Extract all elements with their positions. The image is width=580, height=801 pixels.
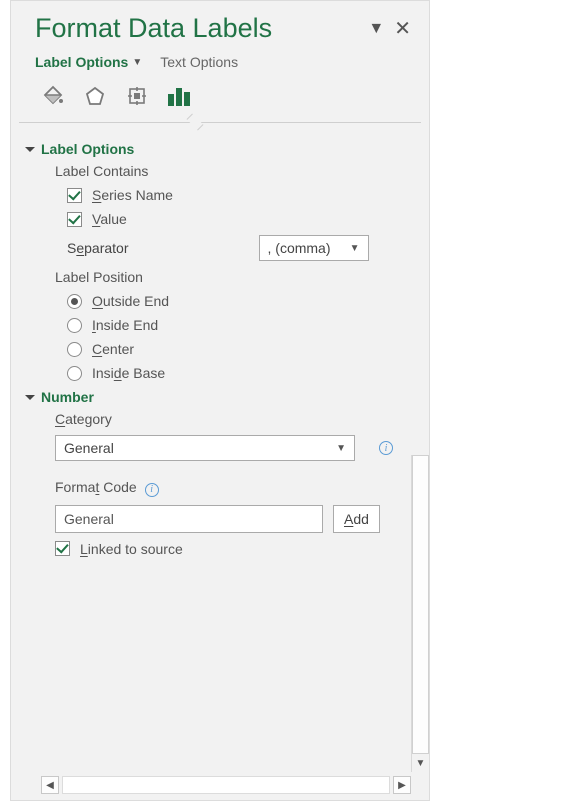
label-position-heading: Label Position bbox=[55, 269, 403, 285]
select-value: General bbox=[64, 440, 114, 456]
scroll-track[interactable] bbox=[62, 776, 390, 794]
tab-label-options[interactable]: Label Options ▼ bbox=[35, 54, 142, 70]
checkbox-label: Value bbox=[92, 211, 127, 227]
section-number[interactable]: Number bbox=[25, 389, 403, 405]
checkbox-label: Linked to source bbox=[80, 541, 183, 557]
radio-label: Outside End bbox=[92, 293, 169, 309]
separator-row: Separator , (comma) ▼ bbox=[67, 235, 403, 261]
options-tabs: Label Options ▼ Text Options bbox=[11, 48, 429, 70]
titlebar: Format Data Labels ▼ ✕ bbox=[11, 1, 429, 48]
panel-title: Format Data Labels bbox=[35, 13, 358, 44]
checkbox-icon[interactable] bbox=[67, 188, 82, 203]
checkbox-icon[interactable] bbox=[67, 212, 82, 227]
collapse-icon bbox=[25, 147, 35, 152]
chevron-down-icon: ▼ bbox=[132, 57, 142, 68]
info-icon[interactable]: i bbox=[145, 483, 159, 497]
radio-label: Inside End bbox=[92, 317, 158, 333]
size-properties-icon[interactable] bbox=[119, 80, 155, 112]
category-select[interactable]: General ▼ bbox=[55, 435, 355, 461]
input-value: General bbox=[64, 511, 114, 527]
category-select-row: General ▼ i bbox=[55, 435, 403, 461]
format-code-row: General Add bbox=[55, 505, 403, 533]
checkbox-linked-source[interactable]: Linked to source bbox=[55, 541, 403, 557]
section-label-options[interactable]: Label Options bbox=[25, 141, 403, 157]
format-code-input[interactable]: General bbox=[55, 505, 323, 533]
radio-icon[interactable] bbox=[67, 294, 82, 309]
scroll-thumb[interactable] bbox=[412, 455, 429, 754]
tab-text-options[interactable]: Text Options bbox=[160, 54, 238, 70]
checkbox-value[interactable]: Value bbox=[67, 211, 403, 227]
scroll-left-icon[interactable]: ◀ bbox=[41, 776, 59, 794]
checkbox-label: Series Name bbox=[92, 187, 173, 203]
radio-inside-end[interactable]: Inside End bbox=[67, 317, 403, 333]
radio-label: Inside Base bbox=[92, 365, 165, 381]
select-value: , (comma) bbox=[268, 240, 331, 256]
radio-center[interactable]: Center bbox=[67, 341, 403, 357]
chevron-down-icon: ▼ bbox=[336, 443, 346, 454]
collapse-icon bbox=[25, 395, 35, 400]
horizontal-scrollbar[interactable]: ◀ ▶ bbox=[41, 776, 411, 794]
radio-icon[interactable] bbox=[67, 318, 82, 333]
vertical-scrollbar[interactable]: ▼ bbox=[411, 455, 429, 772]
content-wrap: Label Options Label Contains Series Name… bbox=[11, 123, 429, 772]
info-icon[interactable]: i bbox=[379, 441, 393, 455]
radio-inside-base[interactable]: Inside Base bbox=[67, 365, 403, 381]
checkbox-series-name[interactable]: Series Name bbox=[67, 187, 403, 203]
scroll-right-icon[interactable]: ▶ bbox=[393, 776, 411, 794]
section-title: Number bbox=[41, 389, 94, 405]
add-button[interactable]: Add bbox=[333, 505, 380, 533]
tab-label: Text Options bbox=[160, 54, 238, 70]
scroll-down-icon[interactable]: ▼ bbox=[412, 754, 429, 772]
format-pane: Format Data Labels ▼ ✕ Label Options ▼ T… bbox=[10, 0, 430, 801]
checkbox-icon[interactable] bbox=[55, 541, 70, 556]
format-code-label: Format Code i bbox=[55, 479, 403, 497]
radio-outside-end[interactable]: Outside End bbox=[67, 293, 403, 309]
separator-label: Separator bbox=[67, 240, 129, 256]
category-icons bbox=[11, 70, 429, 122]
tab-label: Label Options bbox=[35, 54, 128, 70]
chevron-down-icon: ▼ bbox=[350, 243, 360, 254]
section-title: Label Options bbox=[41, 141, 134, 157]
label-options-icon[interactable] bbox=[161, 80, 197, 112]
task-pane-options-icon[interactable]: ▼ bbox=[368, 21, 384, 37]
category-label: Category bbox=[55, 411, 403, 427]
effects-icon[interactable] bbox=[77, 80, 113, 112]
separator-select[interactable]: , (comma) ▼ bbox=[259, 235, 369, 261]
close-icon[interactable]: ✕ bbox=[394, 19, 411, 39]
radio-icon[interactable] bbox=[67, 342, 82, 357]
fill-line-icon[interactable] bbox=[35, 80, 71, 112]
radio-label: Center bbox=[92, 341, 134, 357]
content: Label Options Label Contains Series Name… bbox=[11, 123, 411, 772]
radio-icon[interactable] bbox=[67, 366, 82, 381]
label-contains-heading: Label Contains bbox=[55, 163, 403, 179]
